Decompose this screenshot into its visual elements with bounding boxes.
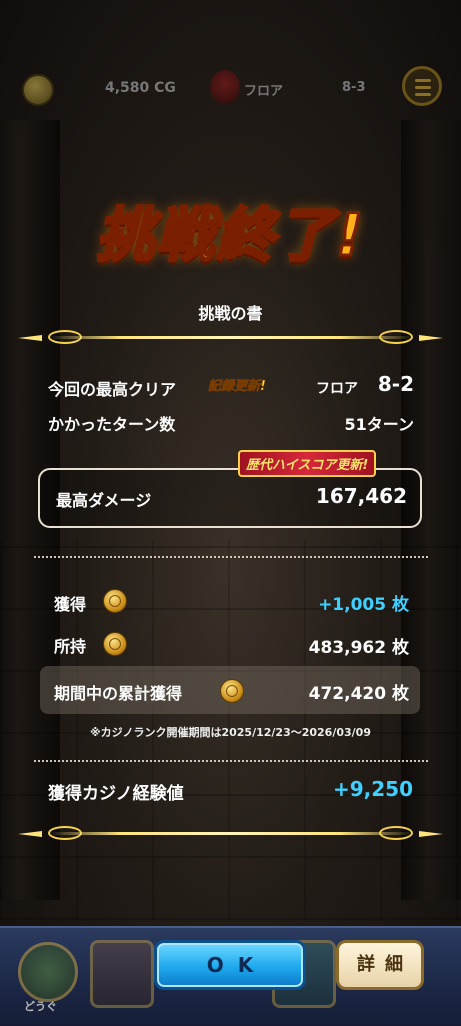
casino-exp-value: +9,250 bbox=[332, 777, 413, 801]
medal-coin-icon bbox=[103, 632, 127, 656]
challenge-end-title: 挑戦終了! bbox=[95, 200, 365, 271]
menu-icon-line bbox=[415, 79, 431, 82]
earned-value: +1,005 枚 bbox=[318, 595, 409, 615]
cumulative-value: 472,420 枚 bbox=[308, 684, 409, 704]
gold-divider-top bbox=[18, 330, 443, 344]
tools-label: どうぐ bbox=[24, 1000, 57, 1013]
turns-value: 51ターン bbox=[344, 415, 414, 434]
owned-label: 所持 bbox=[54, 637, 87, 656]
casino-coin-icon bbox=[22, 74, 54, 106]
menu-icon-line bbox=[415, 86, 431, 89]
highscore-updated-badge: 歴代ハイスコア更新! bbox=[238, 450, 377, 477]
record-updated-badge: 記録更新! bbox=[208, 379, 267, 395]
best-floor-label: フロア bbox=[316, 381, 358, 397]
menu-button[interactable] bbox=[402, 66, 442, 106]
tools-icon[interactable] bbox=[18, 942, 78, 1002]
period-note: ※カジノランク開催期間は2025/12/23〜2026/03/09 bbox=[89, 726, 371, 739]
best-clear-label: 今回の最高クリア bbox=[48, 380, 177, 399]
casino-coin-count: 4,580 CG bbox=[105, 80, 176, 96]
medal-coin-icon bbox=[103, 589, 127, 613]
top-hud: 4,580 CG フロア 8-3 bbox=[0, 62, 461, 114]
turns-label: かかったターン数 bbox=[48, 415, 176, 434]
hud-floor-value: 8-3 bbox=[342, 80, 366, 95]
hud-floor-label: フロア bbox=[244, 84, 284, 99]
max-damage-value: 167,462 bbox=[315, 484, 407, 508]
cumulative-label: 期間中の累計獲得 bbox=[54, 684, 183, 703]
book-label: 挑戦の書 bbox=[198, 304, 263, 323]
medal-coin-icon bbox=[220, 679, 244, 703]
monster-card[interactable] bbox=[90, 940, 154, 1008]
best-floor-value: 8-2 bbox=[377, 372, 414, 396]
detail-button[interactable]: 詳細 bbox=[336, 940, 424, 990]
gold-divider-bottom bbox=[18, 826, 443, 840]
earned-label: 獲得 bbox=[54, 595, 87, 614]
dotted-divider bbox=[34, 556, 428, 558]
menu-icon-line bbox=[415, 93, 431, 96]
casino-exp-label: 獲得カジノ経験値 bbox=[48, 784, 184, 804]
dotted-divider bbox=[34, 760, 428, 762]
ok-button[interactable]: OK bbox=[154, 940, 306, 990]
max-damage-label: 最高ダメージ bbox=[56, 491, 152, 510]
owned-value: 483,962 枚 bbox=[308, 638, 409, 658]
floor-monster-icon bbox=[210, 70, 240, 104]
